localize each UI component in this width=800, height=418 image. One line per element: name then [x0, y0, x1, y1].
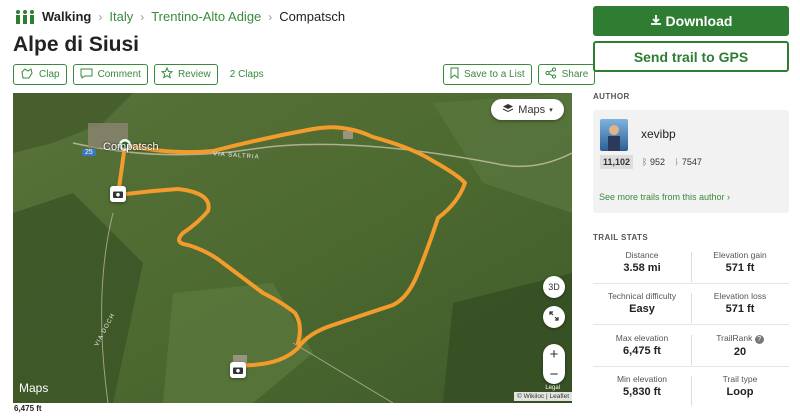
- fullscreen-button[interactable]: [543, 306, 565, 328]
- review-button[interactable]: Review: [153, 64, 218, 85]
- author-more-trails-link[interactable]: See more trails from this author ›: [599, 192, 730, 202]
- stat-min-elevation: Min elevation 5,830 ft: [616, 374, 668, 398]
- stat-trail-type: Trail type Loop: [722, 374, 758, 398]
- stat-elevation-gain: Elevation gain 571 ft: [713, 250, 767, 274]
- claps-count[interactable]: 2 Claps: [230, 69, 264, 80]
- map-3d-button[interactable]: 3D: [543, 276, 565, 298]
- author-following: ᚿ 7547: [673, 157, 702, 167]
- breadcrumb-activity[interactable]: Walking: [42, 9, 91, 24]
- caret-down-icon: ▾: [549, 106, 553, 114]
- walking-icon: [14, 9, 36, 24]
- map-satellite-terrain: [13, 93, 572, 403]
- breadcrumb-region[interactable]: Trentino-Alto Adige: [151, 9, 261, 24]
- road-number-badge: 25: [82, 149, 96, 156]
- elevation-axis-label: 6,475 ft: [14, 404, 42, 413]
- chevron-right-icon: ›: [140, 9, 145, 24]
- share-label: Share: [561, 69, 589, 80]
- trail-actions: Clap Comment Review 2 Claps: [13, 64, 264, 85]
- zoom-in-button[interactable]: +: [550, 346, 559, 363]
- download-button[interactable]: Download: [593, 6, 789, 36]
- stat-trailrank: TrailRank ? 20: [691, 333, 789, 358]
- layers-icon: [502, 103, 514, 116]
- map-layer-toggle[interactable]: Maps ▾: [491, 99, 564, 120]
- avatar[interactable]: [600, 119, 628, 151]
- followers-icon: ᛒ: [642, 157, 648, 167]
- save-to-list-button[interactable]: Save to a List: [443, 64, 532, 85]
- apple-maps-logo: Maps: [19, 381, 49, 395]
- trail-stats-heading: TRAIL STATS: [593, 233, 649, 242]
- help-icon[interactable]: ?: [754, 335, 764, 344]
- breadcrumb: Walking › Italy › Trentino-Alto Adige › …: [14, 9, 345, 24]
- page-title: Alpe di Siusi: [13, 33, 140, 56]
- map-town-label: Compatsch: [103, 141, 159, 153]
- download-label: Download: [665, 13, 733, 29]
- expand-icon: [549, 311, 559, 323]
- comment-icon: [80, 68, 93, 82]
- author-stats: 11,102 ᛒ 952 ᚿ 7547: [600, 155, 702, 169]
- author-followers: ᛒ 952: [642, 157, 665, 167]
- stat-max-elevation: Max elevation 6,475 ft: [615, 333, 669, 357]
- clap-label: Clap: [39, 69, 60, 80]
- share-icon: [544, 67, 557, 82]
- author-trail-count: 11,102: [600, 155, 634, 169]
- photo-marker-icon[interactable]: [230, 362, 246, 378]
- send-to-gps-button[interactable]: Send trail to GPS: [593, 41, 789, 72]
- comment-label: Comment: [97, 69, 141, 80]
- map-legal-link[interactable]: Legal: [545, 385, 560, 391]
- zoom-control: + −: [543, 344, 565, 384]
- trail-actions-right: Save to a List Share: [443, 64, 596, 85]
- star-icon: [160, 66, 174, 82]
- stat-elevation-loss: Elevation loss 571 ft: [713, 291, 767, 315]
- trail-map[interactable]: Compatsch VIA SALTRIA VIA DOCH 25 Maps ▾…: [13, 93, 572, 403]
- following-icon: ᚿ: [673, 157, 680, 167]
- author-heading: AUTHOR: [593, 92, 630, 101]
- breadcrumb-country[interactable]: Italy: [109, 9, 133, 24]
- map-layer-label: Maps: [518, 103, 546, 116]
- review-label: Review: [177, 69, 211, 80]
- author-card: xevibp 11,102 ᛒ 952 ᚿ 7547 See more trai…: [593, 110, 789, 213]
- download-icon: [650, 13, 662, 29]
- stat-distance: Distance 3.58 mi: [623, 250, 661, 274]
- clap-icon: [20, 67, 34, 82]
- author-name[interactable]: xevibp: [641, 127, 676, 141]
- breadcrumb-place: Compatsch: [279, 9, 346, 24]
- bookmark-icon: [450, 67, 459, 82]
- stat-technical-difficulty: Technical difficulty Easy: [607, 291, 677, 315]
- share-button[interactable]: Share: [537, 64, 596, 85]
- comment-button[interactable]: Comment: [72, 64, 148, 85]
- photo-marker-icon[interactable]: [110, 186, 126, 202]
- zoom-out-button[interactable]: −: [550, 366, 559, 383]
- chevron-right-icon: ›: [98, 9, 103, 24]
- chevron-right-icon: ›: [268, 9, 273, 24]
- clap-button[interactable]: Clap: [13, 64, 67, 85]
- save-label: Save to a List: [464, 69, 525, 80]
- map-attribution[interactable]: © Wikiloc | Leaflet: [514, 392, 572, 401]
